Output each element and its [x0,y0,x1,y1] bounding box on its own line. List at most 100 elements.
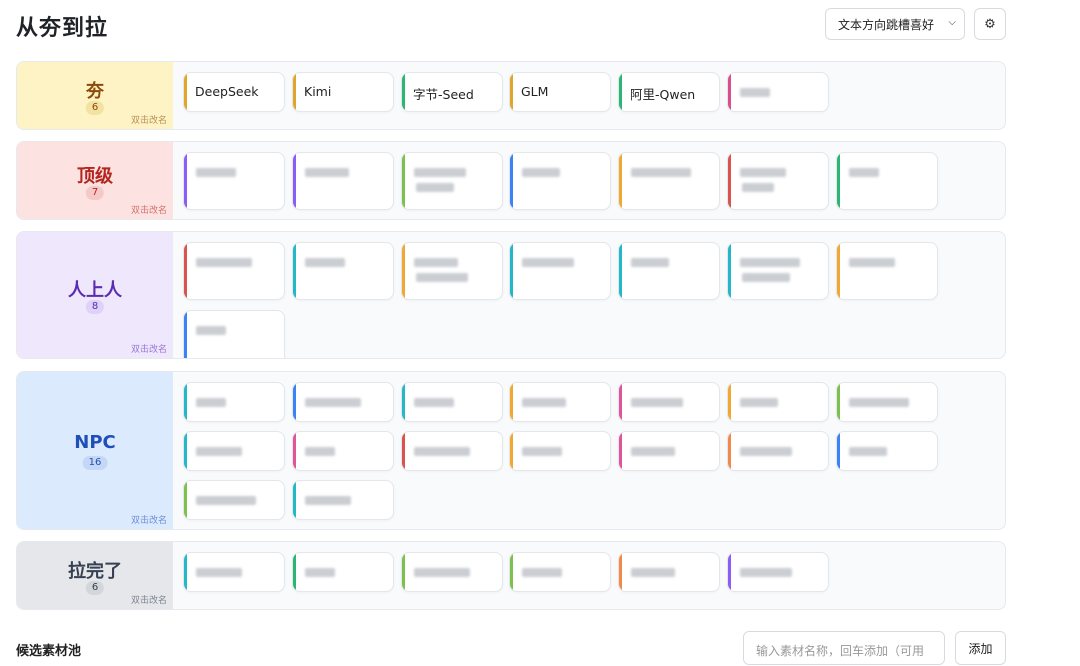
item-card[interactable] [618,552,720,592]
tier-label[interactable]: 顶级 7 双击改名 [17,142,173,219]
item-label-redacted [740,168,786,177]
item-label-redacted [631,258,669,267]
item-label-redacted [740,88,770,97]
item-color-bar [728,432,731,470]
item-card[interactable] [836,152,938,210]
item-color-bar [184,153,187,209]
tier-row: NPC 16 双击改名 [16,371,1006,530]
item-card[interactable] [401,431,503,471]
item-card[interactable]: Kimi [292,72,394,112]
item-card[interactable] [401,552,503,592]
item-card[interactable] [509,431,611,471]
tier-label[interactable]: 拉完了 6 双击改名 [17,542,173,609]
item-color-bar [728,383,731,421]
item-color-bar [184,481,187,519]
settings-button[interactable]: ⚙ [974,8,1006,40]
item-color-bar [510,153,513,209]
item-card[interactable] [401,152,503,210]
tier-row: 顶级 7 双击改名 [16,141,1006,220]
item-card[interactable] [618,152,720,210]
item-card[interactable] [183,382,285,422]
item-card[interactable]: 阿里-Qwen [618,72,720,112]
item-card[interactable]: 字节-Seed [401,72,503,112]
item-color-bar [837,432,840,470]
tier-name: 人上人 [68,280,122,301]
item-color-bar [728,243,731,299]
item-label-redacted [305,496,351,505]
item-card[interactable] [509,242,611,300]
item-card[interactable]: GLM [509,72,611,112]
item-card[interactable] [727,382,829,422]
item-card[interactable] [183,431,285,471]
add-button[interactable]: 添加 [955,631,1006,665]
tier-row: 人上人 8 双击改名 [16,231,1006,359]
item-label-redacted [740,447,792,456]
item-label-redacted [414,258,458,267]
item-label-redacted [742,273,790,282]
item-color-bar [184,311,187,358]
item-label: Kimi [304,84,332,99]
item-card[interactable] [292,382,394,422]
item-color-bar [510,553,513,591]
item-card[interactable] [727,431,829,471]
preference-select[interactable]: 文本方向跳槽喜好 ⌵ [825,8,965,40]
item-label-redacted [196,326,226,335]
item-color-bar [402,383,405,421]
item-card[interactable] [183,480,285,520]
item-card[interactable] [292,431,394,471]
item-card[interactable] [183,310,285,358]
item-color-bar [293,383,296,421]
tier-count-badge: 8 [85,300,105,314]
item-card[interactable] [509,382,611,422]
item-label-redacted [416,273,468,282]
pool-input[interactable]: 输入素材名称，回车添加（可用 [743,631,945,665]
item-card[interactable] [509,552,611,592]
item-card[interactable] [183,552,285,592]
item-card[interactable] [183,152,285,210]
item-label-redacted [522,168,560,177]
tier-count-badge: 16 [82,455,108,470]
item-card[interactable] [727,72,829,112]
item-label-redacted [305,568,335,577]
item-card[interactable] [183,242,285,300]
item-label-redacted [196,447,242,456]
item-card[interactable] [618,431,720,471]
item-color-bar [293,432,296,470]
item-card[interactable] [292,480,394,520]
item-label-redacted [522,447,562,456]
item-color-bar [619,73,622,111]
item-color-bar [402,243,405,299]
tier-label[interactable]: 人上人 8 双击改名 [17,232,173,358]
item-card[interactable] [401,242,503,300]
tier-rename-hint: 双击改名 [130,116,167,126]
item-label-redacted [414,447,470,456]
item-card[interactable] [836,242,938,300]
item-label-redacted [849,168,879,177]
item-card[interactable] [836,382,938,422]
item-card[interactable] [618,382,720,422]
item-color-bar [510,243,513,299]
item-card[interactable] [727,242,829,300]
item-card[interactable] [618,242,720,300]
item-card[interactable] [509,152,611,210]
item-card[interactable] [292,152,394,210]
item-card[interactable] [836,431,938,471]
item-card[interactable] [292,242,394,300]
tier-name: 拉完了 [68,560,122,582]
item-color-bar [728,553,731,591]
tier-label[interactable]: NPC 16 双击改名 [17,372,173,529]
item-card[interactable] [292,552,394,592]
item-label-redacted [740,568,792,577]
item-card[interactable] [727,152,829,210]
tier-rename-hint: 双击改名 [130,345,167,355]
tier-label[interactable]: 夯 6 双击改名 [17,62,173,129]
item-label-redacted [196,168,236,177]
item-label-redacted [742,183,774,192]
item-card[interactable]: DeepSeek [183,72,285,112]
item-color-bar [184,383,187,421]
tier-row: 夯 6 双击改名 DeepSeek Kimi 字节-Seed GLM 阿里-Qwen [16,61,1006,130]
item-card[interactable] [727,552,829,592]
item-color-bar [293,243,296,299]
item-card[interactable] [401,382,503,422]
item-color-bar [510,73,513,111]
